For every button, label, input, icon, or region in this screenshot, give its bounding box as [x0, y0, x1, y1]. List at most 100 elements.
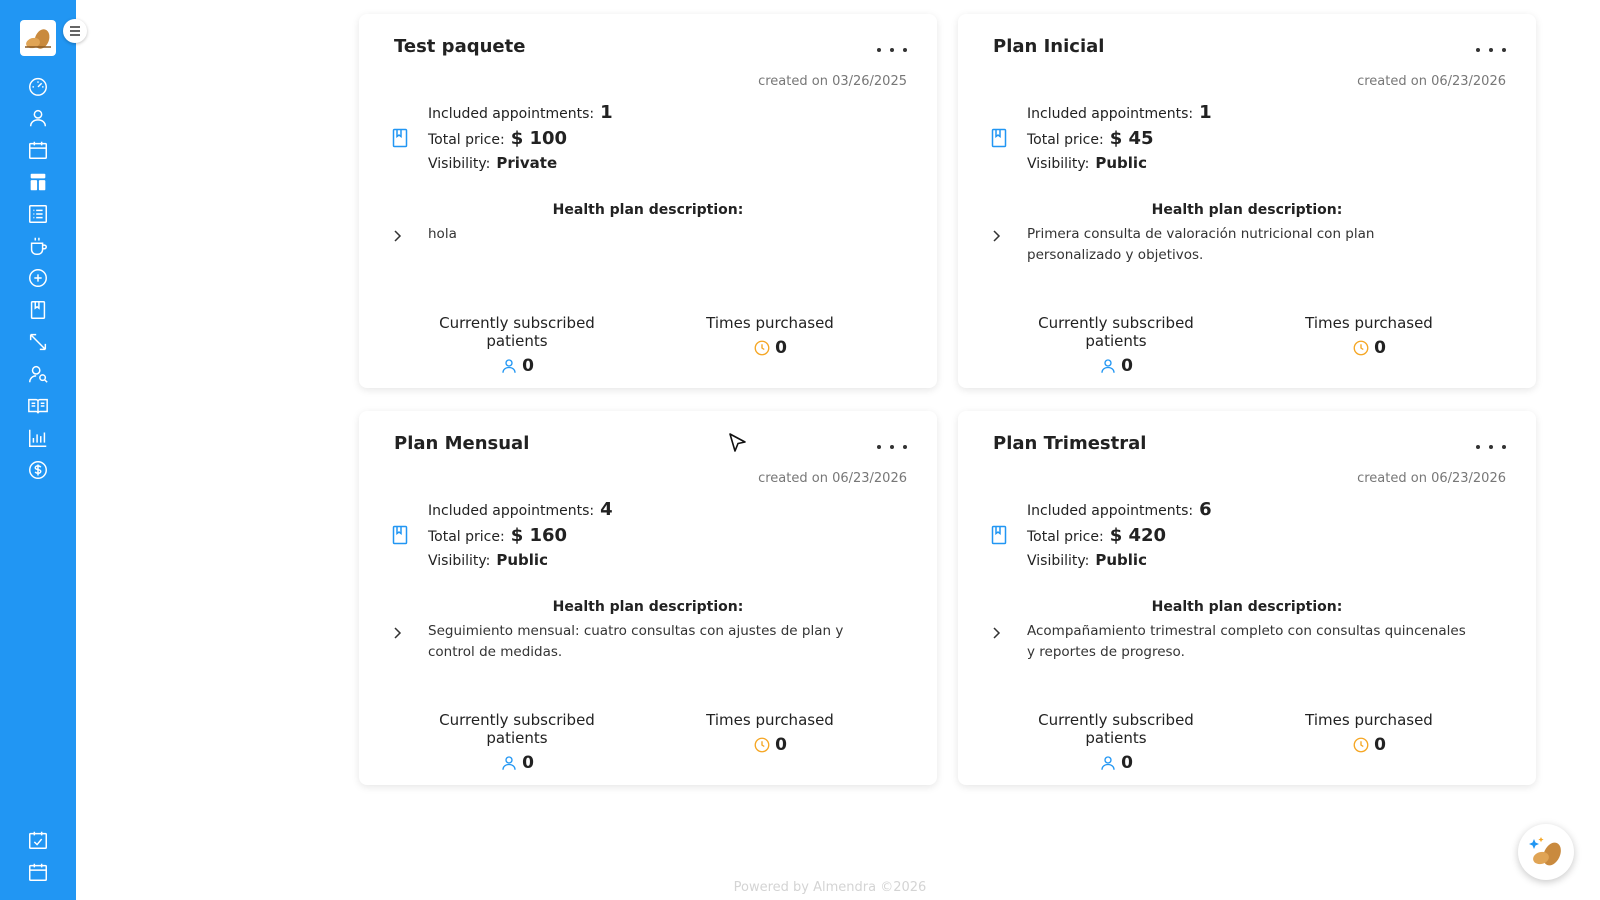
sidebar-item-schedule[interactable] [0, 856, 76, 888]
times-label: Times purchased [706, 314, 834, 332]
plan-title: Plan Trimestral [993, 433, 1147, 454]
open-book-icon [28, 398, 48, 414]
subscribed-value: 0 [522, 356, 534, 376]
subscribed-value: 0 [1121, 356, 1133, 376]
sidebar-item-reports[interactable] [0, 422, 76, 454]
sidebar-item-calendar[interactable] [0, 134, 76, 166]
description-text: hola [428, 226, 457, 242]
sidebar-item-layout[interactable] [0, 166, 76, 198]
subscribed-patients-stat: Currently subscribed patients 0 [1008, 711, 1224, 773]
menu-icon [70, 26, 80, 36]
sidebar-item-list[interactable] [0, 198, 76, 230]
add-circle-icon [29, 269, 47, 287]
plan-title: Plan Inicial [993, 36, 1105, 57]
book-icon [392, 128, 408, 148]
subscribed-value: 0 [522, 753, 534, 773]
description-title: Health plan description: [552, 202, 744, 218]
health-plan-card: Plan Inicial created on 06/23/2026 Inclu… [958, 14, 1536, 388]
book-icon [392, 525, 408, 545]
ai-assistant-button[interactable] [1518, 824, 1574, 880]
almond-sparkle-icon [1529, 837, 1561, 866]
sidebar-item-users[interactable] [0, 358, 76, 390]
plan-title: Plan Mensual [394, 433, 530, 454]
resize-icon [29, 333, 47, 351]
more-options-button[interactable] [877, 439, 907, 455]
clock-icon [1353, 340, 1369, 356]
created-date: created on 03/26/2025 [758, 74, 907, 89]
created-date: created on 06/23/2026 [1357, 471, 1506, 486]
price-label: Total price: [428, 529, 505, 545]
more-options-button[interactable] [1476, 42, 1506, 58]
appointments-label: Included appointments: [1027, 106, 1194, 122]
sidebar-item-resize[interactable] [0, 326, 76, 358]
users-icon [29, 365, 48, 383]
sidebar-item-add[interactable] [0, 262, 76, 294]
subscribed-patients-stat: Currently subscribed patients 0 [1008, 314, 1224, 376]
calendar-icon [29, 141, 47, 159]
plan-info: Included appointments: 4 Total price: $ 16… [428, 499, 613, 577]
sidebar-toggle-button[interactable] [63, 19, 87, 43]
appointments-label: Included appointments: [428, 503, 595, 519]
health-plan-card: Plan Trimestral created on 06/23/2026 In… [958, 411, 1536, 785]
appointments-value: 4 [600, 499, 613, 520]
user-icon [1101, 359, 1115, 373]
health-plan-card: Plan Mensual created on 06/23/2026 Inclu… [359, 411, 937, 785]
calendar-check-icon [29, 831, 47, 849]
subscribed-label: Currently subscribed patients [439, 314, 595, 350]
more-options-button[interactable] [1476, 439, 1506, 455]
price-value: $ 45 [1109, 128, 1154, 149]
sidebar-item-tasks[interactable] [0, 824, 76, 856]
subscribed-label: Currently subscribed patients [1038, 314, 1194, 350]
chevron-right-icon[interactable] [393, 627, 403, 639]
sidebar-item-payments[interactable] [0, 454, 76, 486]
dollar-icon [29, 461, 47, 479]
subscribed-value: 0 [1121, 753, 1133, 773]
layout-icon [30, 173, 46, 191]
appointments-value: 1 [600, 102, 613, 123]
visibility-value: Private [496, 154, 558, 172]
clock-icon [754, 340, 770, 356]
almond-logo-icon [25, 29, 51, 49]
user-icon [502, 359, 516, 373]
chevron-right-icon[interactable] [992, 627, 1002, 639]
subscribed-label: Currently subscribed patients [1038, 711, 1194, 747]
mouse-cursor-icon [729, 433, 746, 452]
book-icon [30, 301, 46, 319]
description-text: Primera consulta de valoración nutricion… [1027, 226, 1375, 263]
sidebar-item-patients[interactable] [0, 102, 76, 134]
times-value: 0 [775, 735, 787, 755]
times-value: 0 [775, 338, 787, 358]
footer-text: Powered by Almendra ©2026 [733, 880, 927, 895]
times-purchased-stat: Times purchased 0 [1294, 711, 1444, 755]
price-label: Total price: [1027, 132, 1104, 148]
price-value: $ 420 [1109, 525, 1167, 546]
sidebar-item-dashboard[interactable] [0, 70, 76, 102]
created-date: created on 06/23/2026 [758, 471, 907, 486]
created-date: created on 06/23/2026 [1357, 74, 1506, 89]
sidebar-item-coffee[interactable] [0, 230, 76, 262]
description-text: Seguimiento mensual: cuatro consultas co… [428, 623, 844, 660]
price-value: $ 160 [510, 525, 568, 546]
visibility-label: Visibility: [428, 553, 491, 569]
sidebar-item-library[interactable] [0, 390, 76, 422]
book-icon [991, 525, 1007, 545]
clock-icon [754, 737, 770, 753]
price-label: Total price: [1027, 529, 1104, 545]
plan-info: Included appointments: 1 Total price: $ 10… [428, 102, 613, 180]
plan-info: Included appointments: 1 Total price: $ 45… [1027, 102, 1212, 180]
chevron-right-icon[interactable] [393, 230, 403, 242]
chevron-right-icon[interactable] [992, 230, 1002, 242]
list-icon [29, 205, 47, 223]
almendra-logo[interactable] [20, 20, 56, 56]
subscribed-patients-stat: Currently subscribed patients 0 [409, 711, 625, 773]
sidebar-item-health-plans[interactable] [0, 294, 76, 326]
user-icon [1101, 756, 1115, 770]
sidebar-nav [0, 70, 76, 486]
visibility-value: Public [1095, 154, 1147, 172]
visibility-value: Public [1095, 551, 1147, 569]
more-options-button[interactable] [877, 42, 907, 58]
times-purchased-stat: Times purchased 0 [695, 711, 845, 755]
plan-info: Included appointments: 6 Total price: $ 42… [1027, 499, 1212, 577]
visibility-label: Visibility: [428, 156, 491, 172]
visibility-label: Visibility: [1027, 553, 1090, 569]
